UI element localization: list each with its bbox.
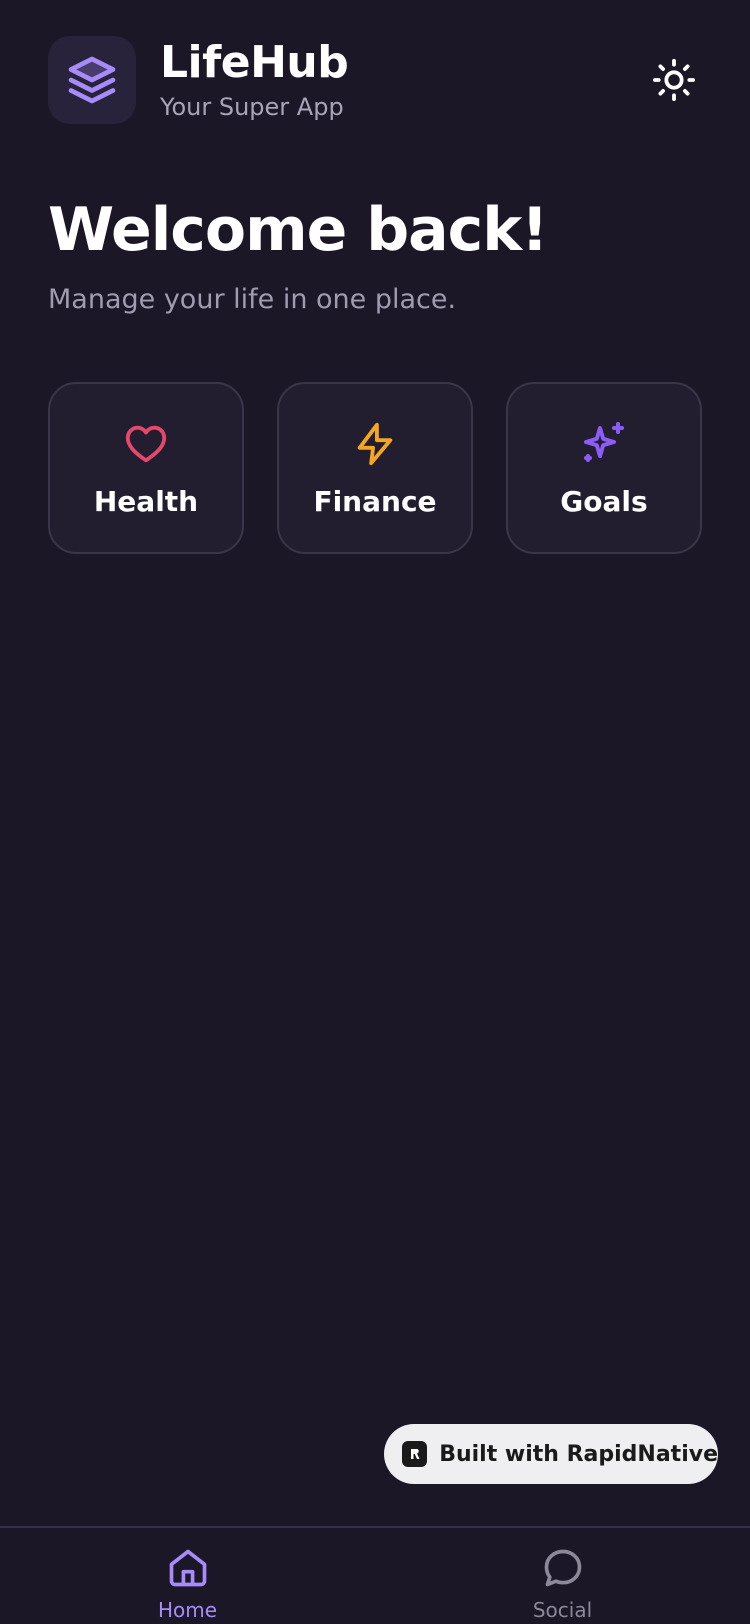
bottom-tab-bar: Home Social	[0, 1526, 750, 1624]
app-header: LifeHub Your Super App	[48, 36, 702, 124]
app-logo	[48, 36, 136, 124]
layers-icon	[68, 56, 116, 104]
app-name: LifeHub	[160, 37, 349, 88]
brand: LifeHub Your Super App	[160, 37, 349, 122]
health-card[interactable]: Health	[48, 382, 244, 554]
rapidnative-logo-icon	[402, 1441, 428, 1467]
tab-home-label: Home	[157, 1598, 218, 1622]
category-cards: Health Finance Goals	[48, 382, 702, 554]
home-icon	[169, 1549, 206, 1587]
health-label: Health	[93, 485, 199, 518]
tab-home[interactable]: Home	[0, 1528, 375, 1624]
finance-card[interactable]: Finance	[277, 382, 473, 554]
built-with-label: Built with RapidNative	[439, 1441, 718, 1467]
sun-icon	[652, 58, 696, 102]
lightning-icon	[357, 422, 393, 466]
app-tagline: Your Super App	[160, 93, 344, 121]
theme-toggle-button[interactable]	[646, 52, 702, 108]
tab-social[interactable]: Social	[375, 1528, 750, 1624]
heart-icon	[125, 425, 167, 463]
built-with-badge[interactable]: Built with RapidNative	[384, 1424, 718, 1484]
welcome-title: Welcome back!	[48, 195, 548, 265]
tab-social-label: Social	[532, 1598, 593, 1622]
sparkles-icon	[584, 422, 624, 462]
finance-label: Finance	[313, 485, 437, 518]
chat-bubble-icon	[544, 1549, 581, 1587]
goals-label: Goals	[560, 485, 648, 518]
goals-card[interactable]: Goals	[506, 382, 702, 554]
welcome-subtitle: Manage your life in one place.	[48, 284, 457, 315]
